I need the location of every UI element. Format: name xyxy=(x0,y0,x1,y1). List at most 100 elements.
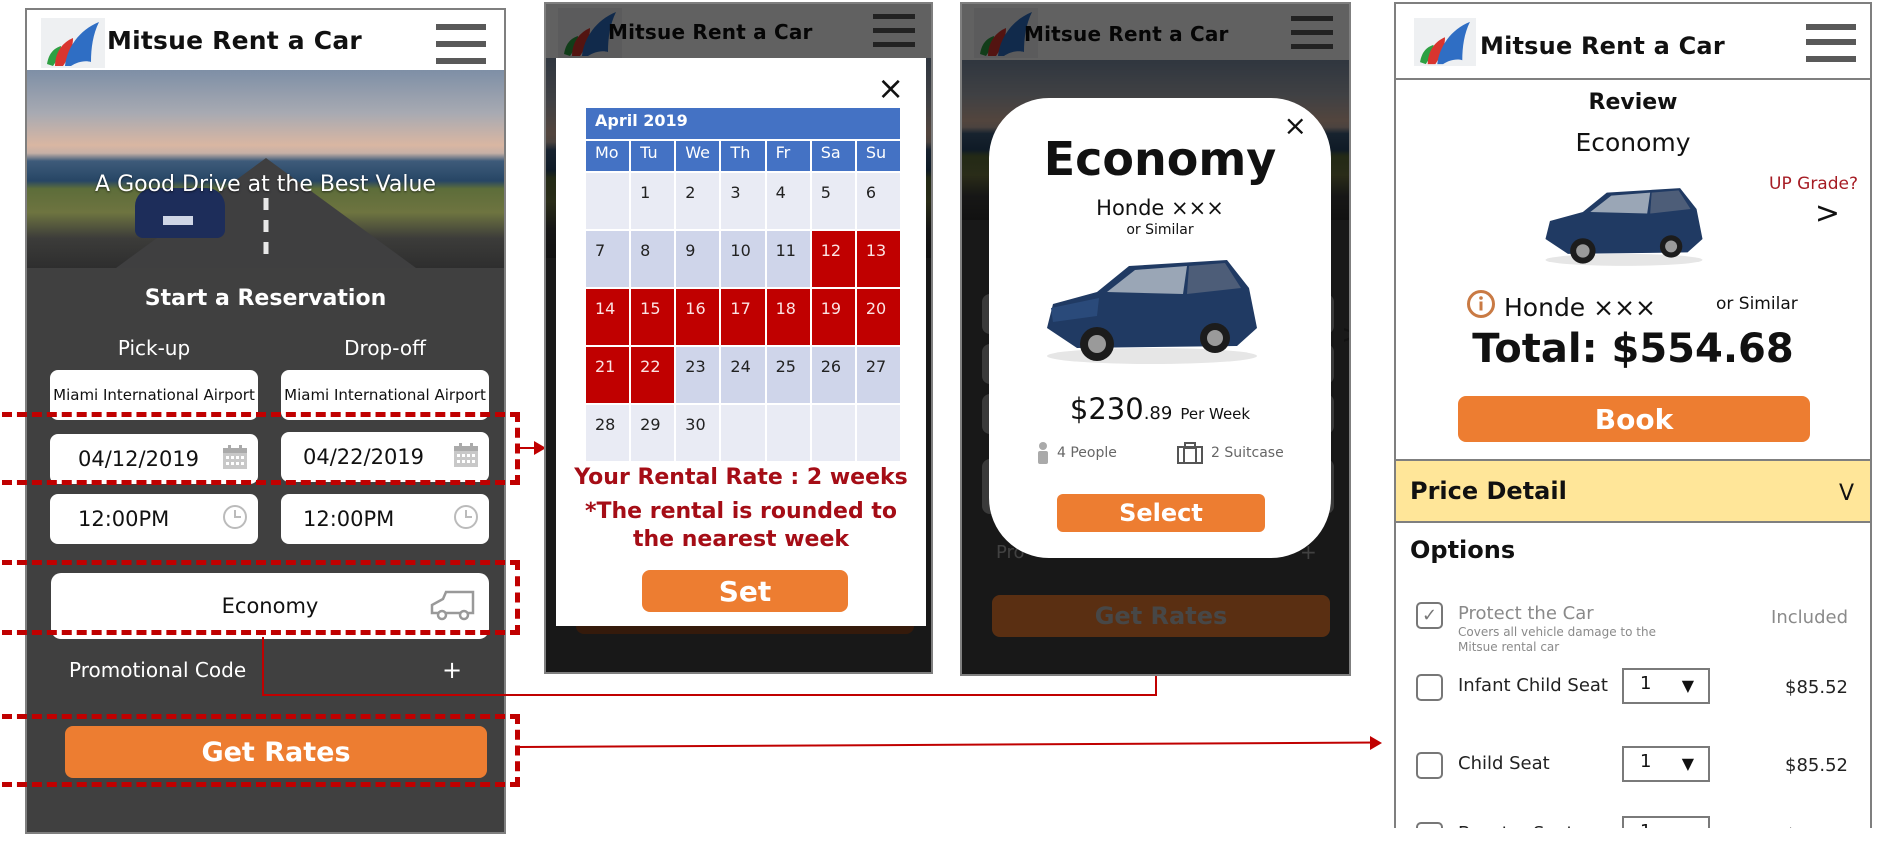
calendar-day-selected[interactable]: 15 xyxy=(631,289,675,345)
calendar-day-selected[interactable]: 17 xyxy=(721,289,765,345)
calendar-day[interactable]: 2 xyxy=(676,173,720,229)
clock-icon[interactable] xyxy=(222,504,248,534)
brand-logo-icon[interactable] xyxy=(41,18,105,68)
upgrade-link[interactable]: UP Grade? xyxy=(1769,174,1858,194)
info-icon[interactable] xyxy=(1466,289,1496,325)
calendar-grid: Mo Tu We Th Fr Sa Su 1 2 3 4 5 6 7 8 9 10 11 12 13 14 15 16 17 1… xyxy=(586,141,900,461)
calendar-empty-cell xyxy=(811,405,855,461)
calendar-day[interactable]: 8 xyxy=(631,231,675,287)
option-checkbox[interactable]: ✓ xyxy=(1416,602,1443,629)
option-description: Covers all vehicle damage to the Mitsue … xyxy=(1458,625,1656,654)
calendar-day-selected[interactable]: 20 xyxy=(856,289,900,345)
vehicle-class: Economy xyxy=(1575,128,1691,157)
hamburger-menu-icon[interactable] xyxy=(1806,24,1856,64)
calendar-day[interactable]: 11 xyxy=(766,231,810,287)
callout-vehicle-class xyxy=(2,560,520,635)
calendar-empty-cell xyxy=(721,405,765,461)
calendar-day[interactable]: 26 xyxy=(811,347,855,403)
callout-get-rates xyxy=(2,714,520,787)
calendar-day-selected[interactable]: 13 xyxy=(856,231,900,287)
calendar-day-selected[interactable]: 14 xyxy=(586,289,630,345)
arrow-get-rates-to-review xyxy=(519,741,1378,748)
pickup-time-field[interactable]: 12:00PM xyxy=(50,494,258,544)
select-button[interactable]: Select xyxy=(1057,494,1265,532)
option-price: $85.52 xyxy=(1785,677,1848,698)
vehicle-class-dialog: × Economy Honde ××× or Similar > $230.89… xyxy=(989,98,1349,558)
brand-name: Mitsue Rent a Car xyxy=(1480,32,1725,60)
clock-icon[interactable] xyxy=(453,504,479,534)
brand-name: Mitsue Rent a Car xyxy=(107,26,362,55)
calendar-day[interactable]: 6 xyxy=(856,173,900,229)
weekday-header: Th xyxy=(721,141,765,171)
option-label: Child Seat xyxy=(1458,753,1550,774)
calendar-day[interactable]: 29 xyxy=(631,405,675,461)
app-header: Mitsue Rent a Car xyxy=(27,10,504,70)
screen-review: Mitsue Rent a Car Review Economy UP Grad… xyxy=(1394,2,1872,828)
weekday-header: Tu xyxy=(631,141,675,171)
vehicle-class-title: Economy xyxy=(1043,132,1277,186)
weekday-header: We xyxy=(676,141,720,171)
calendar-empty-cell xyxy=(856,405,900,461)
weekday-header: Mo xyxy=(586,141,630,171)
calendar-day[interactable]: 10 xyxy=(721,231,765,287)
calendar-day[interactable]: 27 xyxy=(856,347,900,403)
brand-logo-icon[interactable] xyxy=(1414,18,1476,66)
option-label: Booster Seat xyxy=(1458,823,1574,828)
option-quantity-select[interactable]: 1▼ xyxy=(1622,668,1710,704)
option-quantity-select[interactable]: 1▼ xyxy=(1622,816,1710,828)
book-button[interactable]: Book xyxy=(1458,396,1810,442)
weekday-header: Su xyxy=(856,141,900,171)
option-price: $85.52 xyxy=(1785,755,1848,776)
option-checkbox[interactable] xyxy=(1416,752,1443,779)
weekday-header: Sa xyxy=(811,141,855,171)
set-button[interactable]: Set xyxy=(642,570,848,612)
callout-dates xyxy=(2,412,520,485)
arrow-head xyxy=(1370,736,1382,750)
price-detail-accordion[interactable]: Price Detail V xyxy=(1396,459,1870,523)
app-header: Mitsue Rent a Car xyxy=(1396,4,1870,80)
car-image xyxy=(1538,176,1710,276)
calendar-day[interactable]: 9 xyxy=(676,231,720,287)
vehicle-model: Honde ××× xyxy=(1096,196,1224,220)
calendar-day-selected[interactable]: 19 xyxy=(811,289,855,345)
calendar-day[interactable]: 25 xyxy=(766,347,810,403)
dropoff-time-field[interactable]: 12:00PM xyxy=(281,494,489,544)
price-detail-label: Price Detail xyxy=(1410,477,1567,505)
calendar-day[interactable]: 30 xyxy=(676,405,720,461)
promo-code-label: Promotional Code xyxy=(69,658,247,682)
calendar: April 2019 Mo Tu We Th Fr Sa Su 1 2 3 4 5 6 7 8 9 10 11 12… xyxy=(586,108,900,461)
option-price: Included xyxy=(1771,607,1848,628)
dropdown-triangle-icon: ▼ xyxy=(1682,824,1694,828)
close-icon[interactable]: × xyxy=(877,72,904,104)
screen-vehicle-select: Mitsue Rent a Car Pro + Get Rates × Econ… xyxy=(960,2,1351,676)
calendar-day[interactable]: 23 xyxy=(676,347,720,403)
calendar-day-selected[interactable]: 22 xyxy=(631,347,675,403)
suitcase-icon xyxy=(1177,442,1203,464)
calendar-day-selected[interactable]: 16 xyxy=(676,289,720,345)
calendar-day[interactable]: 28 xyxy=(586,405,630,461)
calendar-day[interactable]: 5 xyxy=(811,173,855,229)
calendar-day[interactable]: 3 xyxy=(721,173,765,229)
hamburger-menu-icon[interactable] xyxy=(436,24,486,64)
car-image xyxy=(1037,248,1267,372)
chevron-down-icon: V xyxy=(1838,481,1854,506)
next-vehicle-arrow[interactable]: > xyxy=(1341,320,1349,350)
calendar-empty-cell xyxy=(766,405,810,461)
calendar-day-selected[interactable]: 12 xyxy=(811,231,855,287)
calendar-day-selected[interactable]: 21 xyxy=(586,347,630,403)
passenger-capacity: 4 People xyxy=(1037,442,1117,464)
calendar-day[interactable]: 4 xyxy=(766,173,810,229)
option-label: Infant Child Seat xyxy=(1458,675,1608,696)
dropoff-label: Drop-off xyxy=(344,336,426,360)
option-checkbox[interactable] xyxy=(1416,674,1443,701)
options-title: Options xyxy=(1410,536,1516,564)
upgrade-arrow-icon[interactable]: > xyxy=(1815,196,1840,231)
calendar-day[interactable]: 1 xyxy=(631,173,675,229)
option-checkbox[interactable] xyxy=(1416,822,1443,828)
calendar-day[interactable]: 7 xyxy=(586,231,630,287)
calendar-day[interactable]: 24 xyxy=(721,347,765,403)
promo-code-expand-button[interactable]: + xyxy=(442,656,462,684)
calendar-day-selected[interactable]: 18 xyxy=(766,289,810,345)
option-quantity-select[interactable]: 1▼ xyxy=(1622,746,1710,782)
arrow-class-to-vehicle xyxy=(262,637,264,695)
